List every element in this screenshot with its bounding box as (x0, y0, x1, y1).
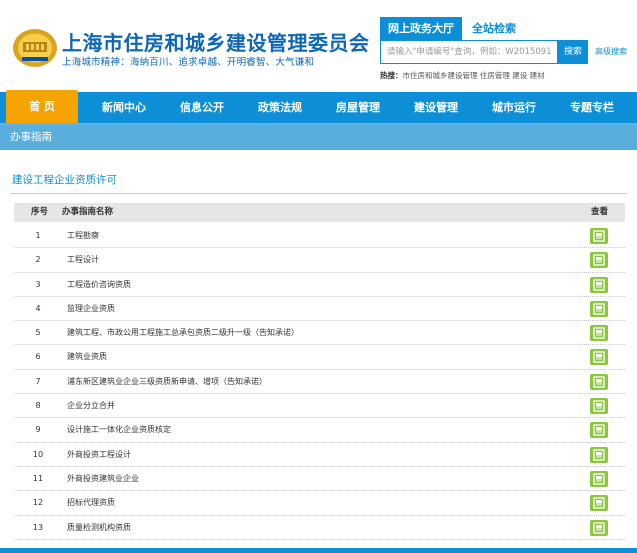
nav-item-policy[interactable]: 政策法规 (244, 92, 316, 123)
row-guide-name[interactable]: 建筑工程、市政公用工程施工总承包资质二级升一级（告知承诺） (67, 321, 299, 345)
row-guide-name[interactable]: 设计施工一体化企业资质核定 (67, 418, 171, 442)
view-document-icon[interactable] (590, 349, 608, 366)
table-row: 12 招标代理资质 (14, 491, 625, 516)
nav-item-home[interactable]: 首 页 (6, 90, 78, 123)
row-number: 10 (32, 449, 44, 459)
view-document-icon[interactable] (590, 252, 608, 269)
row-guide-name[interactable]: 质量检测机构资质 (67, 516, 131, 540)
view-document-icon[interactable] (590, 398, 608, 415)
row-number: 7 (35, 376, 41, 386)
table-row: 4 监理企业资质 (14, 297, 625, 322)
city-slogan: 上海城市精神：海纳百川、追求卓越、开明睿智、大气谦和 (62, 57, 315, 68)
view-document-icon[interactable] (590, 300, 608, 317)
row-guide-name[interactable]: 监理企业资质 (67, 297, 115, 321)
column-header-number: 序号 (31, 207, 49, 217)
view-document-icon[interactable] (590, 276, 608, 293)
hot-search-words: 热搜：市住房和城乡建设管理 住房管理 建设 建材 (380, 70, 545, 81)
tab-site-search[interactable]: 全站检索 (472, 17, 516, 40)
search-button[interactable]: 搜索 (558, 40, 588, 64)
table-row: 1 工程勘察 (14, 224, 625, 249)
table-row: 11 外商投资建筑业企业 (14, 467, 625, 492)
row-number: 9 (35, 425, 41, 435)
view-document-icon[interactable] (590, 495, 608, 512)
column-header-name: 办事指南名称 (62, 207, 114, 217)
table-row: 6 建筑业资质 (14, 345, 625, 370)
table-row: 3 工程造价咨询资质 (14, 273, 625, 297)
table-row: 5 建筑工程、市政公用工程施工总承包资质二级升一级（告知承诺） (14, 321, 625, 346)
row-guide-name[interactable]: 工程设计 (67, 248, 99, 272)
row-guide-name[interactable]: 工程勘察 (67, 224, 99, 248)
hot-search-label: 热搜： (380, 71, 403, 80)
advanced-search-link[interactable]: 高级搜索 (595, 40, 627, 64)
main-nav: 首 页 新闻中心 信息公开 政策法规 房屋管理 建设管理 城市运行 专题专栏 (0, 90, 637, 125)
row-number: 3 (35, 279, 41, 289)
view-document-icon[interactable] (590, 519, 608, 536)
column-header-view: 查看 (591, 207, 609, 217)
footer-bar (0, 548, 637, 553)
view-document-icon[interactable] (590, 446, 608, 463)
table-header: 序号 办事指南名称 查看 (14, 203, 625, 222)
nav-item-news[interactable]: 新闻中心 (88, 92, 160, 123)
table-row: 9 设计施工一体化企业资质核定 (14, 418, 625, 443)
row-guide-name[interactable]: 浦东新区建筑业企业三级资质新申请、增项（告知承诺） (67, 370, 267, 394)
view-document-icon[interactable] (590, 228, 608, 244)
table-row: 7 浦东新区建筑业企业三级资质新申请、增项（告知承诺） (14, 370, 625, 395)
nav-item-info-disclosure[interactable]: 信息公开 (166, 92, 238, 123)
guide-table: 1 工程勘察 2 工程设计 3 工程造价咨询资质 4 监理企业资质 5 建筑工程、市政公用工程施工… (14, 224, 625, 540)
row-number: 8 (35, 401, 41, 411)
table-row: 13 质量检测机构资质 (14, 516, 625, 540)
row-guide-name[interactable]: 招标代理资质 (67, 491, 115, 515)
row-number: 1 (35, 231, 41, 240)
row-number: 13 (32, 522, 44, 532)
row-number: 11 (32, 473, 44, 483)
row-guide-name[interactable]: 外商投资建筑业企业 (67, 467, 139, 491)
row-guide-name[interactable]: 工程造价咨询资质 (67, 273, 131, 297)
table-row: 2 工程设计 (14, 248, 625, 273)
view-document-icon[interactable] (590, 422, 608, 439)
row-number: 2 (35, 255, 41, 265)
row-number: 12 (32, 498, 44, 508)
view-document-icon[interactable] (590, 373, 608, 390)
view-document-icon[interactable] (590, 325, 608, 342)
nav-item-city-operation[interactable]: 城市运行 (478, 92, 550, 123)
view-document-icon[interactable] (590, 470, 608, 487)
page-subtitle: 建设工程企业资质许可 (12, 174, 117, 186)
tab-online-government-hall[interactable]: 网上政务大厅 (380, 17, 462, 40)
hot-search-items[interactable]: 市住房和城乡建设管理 住房管理 建设 建材 (403, 71, 545, 80)
nav-item-housing[interactable]: 房屋管理 (322, 92, 394, 123)
row-number: 5 (35, 328, 41, 338)
nav-item-special-topics[interactable]: 专题专栏 (556, 92, 628, 123)
row-guide-name[interactable]: 建筑业资质 (67, 345, 107, 369)
site-header: 上海市住房和城乡建设管理委员会 上海城市精神：海纳百川、追求卓越、开明睿智、大气… (0, 0, 637, 92)
emblem-logo-icon[interactable] (12, 28, 58, 68)
row-number: 6 (35, 352, 41, 362)
table-row: 10 外商投资工程设计 (14, 443, 625, 467)
site-title[interactable]: 上海市住房和城乡建设管理委员会 (62, 27, 370, 56)
divider (10, 193, 627, 194)
section-bar: 办事指南 (0, 125, 637, 150)
search-input[interactable]: 请输入"申请编号"查询，例如：W2015091 (380, 40, 558, 64)
row-number: 4 (35, 303, 41, 313)
section-title: 办事指南 (10, 131, 52, 143)
row-guide-name[interactable]: 企业分立合并 (67, 394, 115, 418)
row-guide-name[interactable]: 外商投资工程设计 (67, 443, 131, 467)
nav-item-construction[interactable]: 建设管理 (400, 92, 472, 123)
table-row: 8 企业分立合并 (14, 394, 625, 419)
